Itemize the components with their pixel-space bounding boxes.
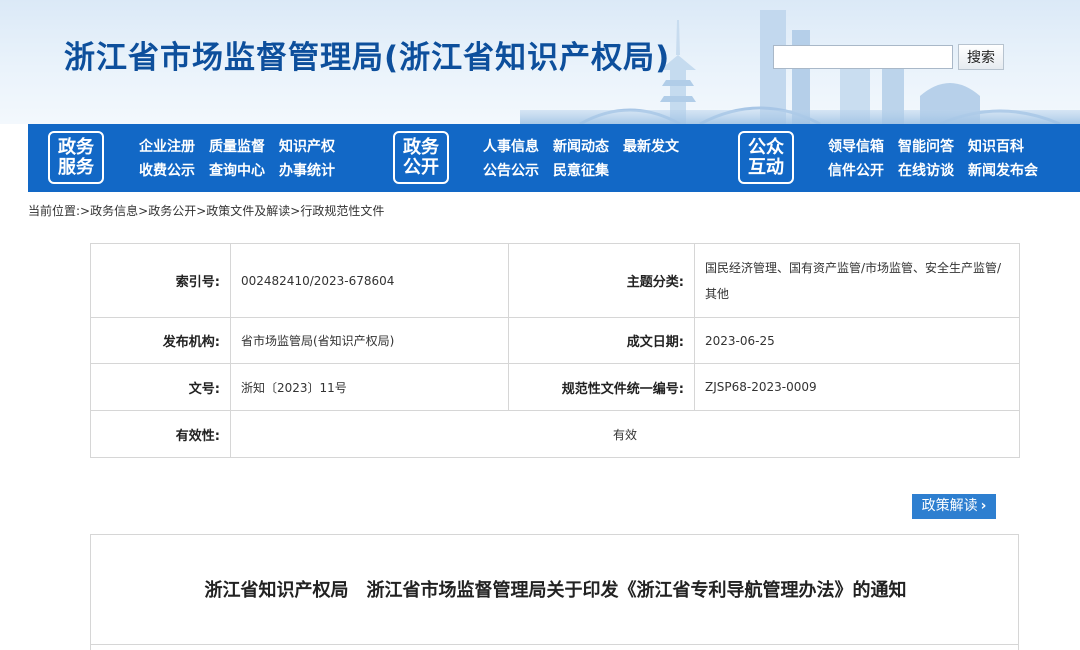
nav-link-personnel-info[interactable]: 人事信息 [483, 136, 539, 158]
document-title: 浙江省知识产权局 浙江省市场监督管理局关于印发《浙江省专利导航管理办法》的通知 [204, 580, 907, 601]
unified-number-label: 规范性文件统一编号: [508, 363, 695, 411]
document-content-box: 浙江省知识产权局 浙江省市场监督管理局关于印发《浙江省专利导航管理办法》的通知 [90, 534, 1019, 650]
document-info-table: 索引号: 002482410/2023-678604 主题分类: 国民经济管理、… [90, 243, 1020, 458]
written-date-label: 成文日期: [508, 317, 695, 364]
breadcrumb-separator: > [138, 204, 149, 218]
chevron-right-icon: › [980, 498, 987, 514]
nav-badge-line: 政务 [58, 137, 94, 158]
nav-links: 人事信息 新闻动态 最新发文 公告公示 民意征集 [483, 136, 679, 184]
nav-link-leader-mailbox[interactable]: 领导信箱 [828, 136, 884, 158]
nav-link-news[interactable]: 新闻动态 [553, 136, 609, 158]
breadcrumb-separator: > [196, 204, 207, 218]
table-row: 索引号: 002482410/2023-678604 主题分类: 国民经济管理、… [90, 243, 1020, 318]
publisher-value: 省市场监管局(省知识产权局) [230, 317, 509, 364]
nav-link-public-opinion[interactable]: 民意征集 [553, 160, 609, 182]
header-banner: 浙江省市场监督管理局(浙江省知识产权局) 搜索 [0, 0, 1080, 124]
breadcrumb-item-normative-documents[interactable]: 行政规范性文件 [300, 204, 384, 218]
nav-badge-services[interactable]: 政务 服务 [48, 131, 104, 184]
breadcrumb-prefix: 当前位置: [28, 204, 81, 218]
table-row: 有效性: 有效 [90, 410, 1020, 458]
topic-category-label: 主题分类: [508, 243, 695, 318]
nav-link-letters-public[interactable]: 信件公开 [828, 160, 884, 182]
nav-link-announcements[interactable]: 公告公示 [483, 160, 539, 182]
nav-link-service-statistics[interactable]: 办事统计 [279, 160, 335, 182]
index-number-value: 002482410/2023-678604 [230, 243, 509, 318]
nav-badge-disclosure[interactable]: 政务 公开 [393, 131, 449, 184]
search-button[interactable]: 搜索 [958, 44, 1004, 70]
breadcrumb: 当前位置:>政务信息>政务公开>政策文件及解读>行政规范性文件 [28, 202, 384, 219]
nav-links: 领导信箱 智能问答 知识百科 信件公开 在线访谈 新闻发布会 [828, 136, 1038, 184]
title-divider [91, 644, 1018, 645]
nav-link-online-interview[interactable]: 在线访谈 [898, 160, 954, 182]
nav-link-enterprise-registration[interactable]: 企业注册 [139, 136, 195, 158]
nav-links: 企业注册 质量监督 知识产权 收费公示 查询中心 办事统计 [139, 136, 335, 184]
document-number-value: 浙知〔2023〕11号 [230, 363, 509, 411]
nav-link-smart-qa[interactable]: 智能问答 [898, 136, 954, 158]
nav-link-latest-documents[interactable]: 最新发文 [623, 136, 679, 158]
table-row: 文号: 浙知〔2023〕11号 规范性文件统一编号: ZJSP68-2023-0… [90, 363, 1020, 411]
nav-badge-line: 互动 [748, 157, 784, 178]
written-date-value: 2023-06-25 [694, 317, 1020, 364]
document-number-label: 文号: [90, 363, 231, 411]
nav-link-quality-supervision[interactable]: 质量监督 [209, 136, 265, 158]
nav-badge-line: 政务 [403, 137, 439, 158]
search-input[interactable] [773, 45, 953, 69]
breadcrumb-item-policy-documents[interactable]: 政策文件及解读 [206, 204, 290, 218]
nav-link-query-center[interactable]: 查询中心 [209, 160, 265, 182]
nav-link-intellectual-property[interactable]: 知识产权 [279, 136, 335, 158]
validity-value: 有效 [230, 410, 1020, 458]
nav-badge-line: 公开 [403, 157, 439, 178]
unified-number-value: ZJSP68-2023-0009 [694, 363, 1020, 411]
nav-badge-line: 公众 [748, 137, 784, 158]
validity-label: 有效性: [90, 410, 231, 458]
breadcrumb-separator: > [290, 204, 301, 218]
nav-link-knowledge-base[interactable]: 知识百科 [968, 136, 1024, 158]
policy-interpretation-label: 政策解读 [921, 498, 978, 514]
main-navbar: 政务 服务 企业注册 质量监督 知识产权 收费公示 查询中心 办事统计 政务 公… [28, 124, 1080, 192]
publisher-label: 发布机构: [90, 317, 231, 364]
breadcrumb-separator: > [80, 204, 91, 218]
nav-link-press-conference[interactable]: 新闻发布会 [968, 160, 1038, 182]
policy-interpretation-button[interactable]: 政策解读 › [912, 494, 996, 519]
site-title[interactable]: 浙江省市场监督管理局(浙江省知识产权局) [64, 32, 670, 77]
nav-badge-line: 服务 [58, 157, 94, 178]
breadcrumb-item-government-info[interactable]: 政务信息 [90, 204, 138, 218]
nav-badge-interaction[interactable]: 公众 互动 [738, 131, 794, 184]
topic-category-value: 国民经济管理、国有资产监管/市场监管、安全生产监管/其他 [694, 243, 1020, 318]
nav-link-fee-disclosure[interactable]: 收费公示 [139, 160, 195, 182]
table-row: 发布机构: 省市场监管局(省知识产权局) 成文日期: 2023-06-25 [90, 317, 1020, 364]
breadcrumb-item-disclosure[interactable]: 政务公开 [148, 204, 196, 218]
index-number-label: 索引号: [90, 243, 231, 318]
